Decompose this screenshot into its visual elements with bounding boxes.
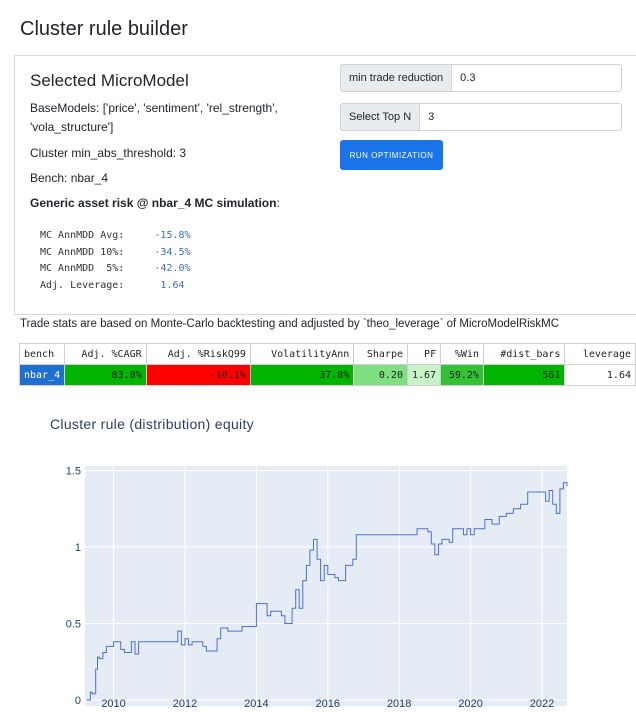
plot-area [85, 466, 567, 706]
table-cell: 59.2% [440, 364, 484, 386]
page-title: Cluster rule builder [20, 18, 188, 40]
mc-label: MC AnnMDD 10%: [40, 246, 143, 258]
risk-heading: Generic asset risk @ nbar_4 MC simulatio… [30, 194, 280, 213]
column-header[interactable]: leverage [564, 343, 636, 365]
risk-heading-text: Generic asset risk @ nbar_4 MC simulatio… [30, 196, 277, 210]
table-cell: 0.20 [353, 364, 408, 386]
table-cell: 561 [482, 364, 566, 386]
x-tick-label: 2018 [387, 698, 411, 710]
x-tick-label: 2016 [316, 698, 340, 710]
mc-value: -15.8% [142, 230, 191, 241]
column-header[interactable]: Adj. %CAGR [64, 343, 147, 365]
min-trade-reduction-label: min trade reduction [341, 65, 453, 91]
column-header[interactable]: bench [18, 343, 66, 365]
table-cell: nbar_4 [18, 364, 66, 386]
select-top-n-group: Select Top N [340, 103, 622, 131]
column-header[interactable]: VolatilityAnn [249, 343, 355, 365]
chart-title: Cluster rule (distribution) equity [50, 416, 254, 432]
y-axis-ticks: 0 0.5 1 1.5 [66, 466, 81, 707]
y-tick-label: 1 [75, 542, 81, 554]
bench-text: Bench: nbar_4 [30, 171, 109, 185]
mc-label: MC AnnMDD 5%: [40, 263, 143, 274]
x-tick-label: 2010 [101, 698, 125, 710]
column-header[interactable]: Adj. %RiskQ99 [145, 343, 251, 365]
mc-simulation-block: MC AnnMDD Avg: -15.8% MC AnnMDD 10%: -34… [40, 228, 191, 294]
run-optimization-button[interactable]: RUN OPTIMIZATION [340, 140, 443, 170]
trade-stats-table: bench Adj. %CAGR Adj. %RiskQ99 Volatilit… [18, 343, 636, 386]
column-header[interactable]: #dist_bars [482, 343, 566, 365]
y-tick-label: 0.5 [66, 618, 81, 630]
threshold-text: Cluster min_abs_threshold: 3 [30, 146, 187, 160]
table-header-row: bench Adj. %CAGR Adj. %RiskQ99 Volatilit… [18, 343, 636, 365]
micromodel-title: Selected MicroModel [30, 71, 189, 90]
y-tick-label: 1.5 [66, 466, 81, 478]
column-header[interactable]: Sharpe [353, 343, 408, 365]
mc-value: 1.64 [142, 279, 185, 291]
mc-label: Adj. Leverage: [40, 279, 143, 291]
risk-heading-colon: : [276, 196, 280, 210]
y-tick-label: 0 [75, 695, 81, 707]
min-trade-reduction-input[interactable] [452, 65, 621, 91]
table-cell: 1.64 [564, 364, 636, 386]
table-cell: 83.8% [64, 364, 147, 386]
x-tick-label: 2020 [458, 698, 482, 710]
x-tick-label: 2012 [173, 698, 197, 710]
mc-label: MC AnnMDD Avg: [40, 230, 143, 241]
table-cell: 37.8% [249, 364, 355, 386]
x-tick-label: 2022 [530, 698, 554, 710]
base-models-text: BaseModels: ['price', 'sentiment', 'rel_… [30, 101, 278, 134]
equity-chart: 0 0.5 1 1.5 2010 2012 2014 2016 2018 2020 2022 [66, 466, 568, 710]
table-cell: -10.1% [145, 364, 251, 386]
mc-value: -34.5% [142, 246, 191, 258]
min-trade-reduction-group: min trade reduction [340, 64, 622, 92]
select-top-n-label: Select Top N [341, 104, 421, 130]
trade-stats-note: Trade stats are based on Monte-Carlo bac… [20, 318, 560, 330]
column-header[interactable]: PF [406, 343, 442, 365]
table-row: nbar_4 83.8% -10.1% 37.8% 0.20 1.67 59.2… [18, 364, 636, 386]
table-cell: 1.67 [406, 364, 442, 386]
x-tick-label: 2014 [244, 698, 268, 710]
mc-value: -42.0% [142, 263, 191, 274]
select-top-n-input[interactable] [420, 104, 621, 130]
column-header[interactable]: %Win [440, 343, 484, 365]
